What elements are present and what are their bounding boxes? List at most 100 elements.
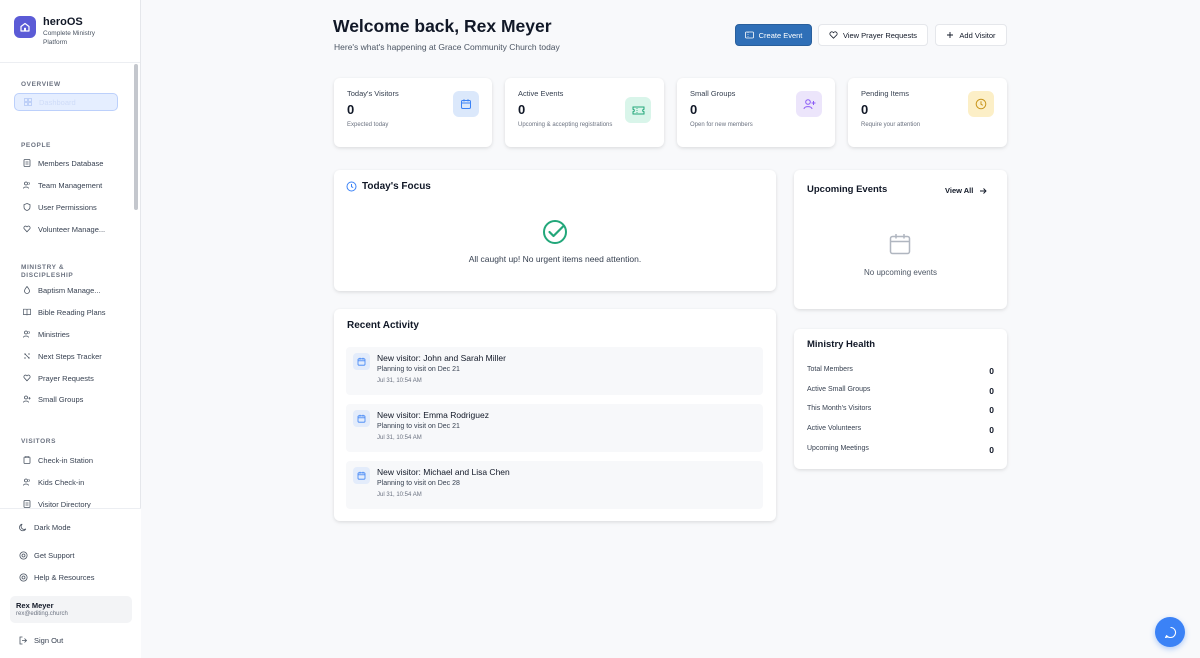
stat-note: Expected today: [347, 122, 389, 128]
sidebar-item-kids-check-in[interactable]: Kids Check-in: [14, 473, 118, 491]
activity-item[interactable]: New visitor: Michael and Lisa Chen Plann…: [346, 461, 763, 509]
health-label: Upcoming Meetings: [807, 445, 869, 452]
sidebar-item-label: Bible Reading Plans: [38, 307, 106, 317]
activity-item[interactable]: New visitor: Emma Rodriguez Planning to …: [346, 404, 763, 452]
health-label: This Month's Visitors: [807, 405, 872, 412]
activity-item[interactable]: New visitor: John and Sarah Miller Plann…: [346, 347, 763, 395]
sidebar-item-next-steps-tracker[interactable]: Next Steps Tracker: [14, 347, 118, 365]
stat-value: 0: [347, 102, 355, 117]
calendar-icon: [353, 353, 370, 370]
users-icon: [23, 330, 30, 338]
sidebar-item-prayer-requests[interactable]: Prayer Requests: [14, 369, 118, 387]
activity-subtitle: Planning to visit on Dec 21: [377, 366, 460, 373]
add-visitor-button[interactable]: Add Visitor: [935, 24, 1007, 46]
steps-icon: [24, 353, 30, 359]
chat-bubble-icon: [1164, 626, 1176, 638]
activity-subtitle: Planning to visit on Dec 21: [377, 423, 460, 430]
sidebar-item-label: Check-in Station: [38, 455, 94, 465]
stat-card-todays-visitors[interactable]: Today's Visitors 0 Expected today: [334, 78, 492, 147]
sidebar-item-team-management[interactable]: Team Management: [14, 176, 118, 194]
sidebar-nav: OVERVIEW Dashboard PEOPLE Members Databa…: [0, 72, 141, 508]
sidebar-item-label: Team Management: [38, 180, 103, 190]
heart-hand-icon: [23, 374, 31, 382]
sign-out-label: Sign Out: [34, 636, 64, 645]
health-label: Active Volunteers: [807, 425, 862, 432]
activity-timestamp: Jul 31, 10:54 AM: [377, 435, 422, 441]
stat-title: Active Events: [518, 89, 564, 98]
brand-name: heroOS: [43, 16, 83, 28]
section-title-overview: OVERVIEW: [21, 81, 61, 88]
sidebar-scrollbar[interactable]: [134, 64, 138, 210]
stat-card-pending-items[interactable]: Pending Items 0 Require your attention: [848, 78, 1007, 147]
view-all-label: View All: [945, 186, 974, 195]
ministry-health-card: Ministry Health Total Members 0 Active Sm…: [794, 329, 1007, 469]
moon-icon: [19, 523, 27, 532]
stat-value: 0: [518, 102, 526, 117]
create-event-button[interactable]: Create Event: [735, 24, 812, 46]
get-support-label: Get Support: [34, 551, 75, 560]
calendar-icon: [353, 410, 370, 427]
stat-card-small-groups[interactable]: Small Groups 0 Open for new members: [677, 78, 835, 147]
church-logo-icon: [14, 16, 36, 38]
health-row: Active Volunteers 0: [807, 425, 994, 435]
todays-focus-card: Today's Focus All caught up! No urgent i…: [334, 170, 776, 291]
sidebar-item-label: Kids Check-in: [38, 477, 85, 487]
page-title: Welcome back, Rex Meyer: [333, 16, 552, 36]
health-value: 0: [989, 425, 994, 435]
help-resources-link[interactable]: Help & Resources: [19, 573, 94, 582]
sidebar-item-volunteer-management[interactable]: Volunteer Manage...: [14, 220, 118, 238]
sidebar-item-bible-reading-plans[interactable]: Bible Reading Plans: [14, 303, 118, 321]
user-plus-icon: [796, 91, 822, 117]
calendar-icon: [353, 467, 370, 484]
sidebar-item-label: User Permissions: [38, 202, 97, 212]
users-icon: [23, 181, 30, 189]
health-label: Total Members: [807, 366, 853, 373]
focus-message: All caught up! No urgent items need atte…: [468, 254, 642, 264]
sidebar-item-members-database[interactable]: Members Database: [14, 154, 118, 172]
sidebar-item-user-permissions[interactable]: User Permissions: [14, 198, 118, 216]
user-profile-card[interactable]: Rex Meyer rex@editing.church: [10, 596, 132, 623]
health-row: Active Small Groups 0: [807, 386, 994, 396]
section-title-people: PEOPLE: [21, 142, 51, 149]
dashboard-icon: [24, 98, 32, 106]
dark-mode-toggle[interactable]: Dark Mode: [19, 523, 71, 532]
create-event-label: Create Event: [758, 30, 803, 40]
sidebar-item-visitor-directory[interactable]: Visitor Directory: [14, 495, 118, 508]
activity-title-text: New visitor: John and Sarah Miller: [377, 353, 506, 363]
recent-activity-card: Recent Activity New visitor: John and Sa…: [334, 309, 776, 521]
health-value: 0: [989, 366, 994, 376]
stat-title: Today's Visitors: [347, 89, 399, 98]
brand-subtitle: Complete Ministry Platform: [43, 30, 96, 46]
sign-out-button[interactable]: Sign Out: [19, 636, 63, 645]
stat-value: 0: [861, 102, 869, 117]
user-name: Rex Meyer: [16, 601, 54, 610]
heart-hand-icon: [23, 225, 31, 233]
sidebar-item-small-groups[interactable]: Small Groups: [14, 390, 118, 408]
calendar-icon: [453, 91, 479, 117]
upcoming-events-card: Upcoming Events View All No upcoming eve…: [794, 170, 1007, 309]
sidebar-item-label: Visitor Directory: [38, 499, 91, 509]
get-support-link[interactable]: Get Support: [19, 551, 74, 560]
sidebar-item-ministries[interactable]: Ministries: [14, 325, 118, 343]
brand[interactable]: heroOS Complete Ministry Platform: [14, 16, 115, 47]
sidebar-item-label: Members Database: [38, 158, 104, 168]
health-title: Ministry Health: [807, 339, 876, 350]
section-title-visitors: VISITORS: [21, 438, 57, 445]
activity-title-text: New visitor: Emma Rodriguez: [377, 410, 489, 420]
sidebar-item-baptism-management[interactable]: Baptism Manage...: [14, 281, 118, 299]
sidebar-item-dashboard[interactable]: Dashboard: [14, 93, 118, 111]
health-value: 0: [989, 386, 994, 396]
sidebar-item-label: Ministries: [38, 329, 70, 339]
stat-value: 0: [690, 102, 698, 117]
chat-button[interactable]: [1155, 617, 1185, 647]
view-prayer-label: View Prayer Requests: [842, 30, 918, 40]
stat-card-active-events[interactable]: Active Events 0 Upcoming & accepting reg…: [505, 78, 664, 147]
document-icon: [23, 159, 31, 167]
view-all-link[interactable]: View All: [945, 186, 987, 195]
divider: [0, 62, 140, 63]
page-subtitle: Here's what's happening at Grace Communi…: [334, 42, 560, 52]
health-value: 0: [989, 445, 994, 455]
sidebar-item-check-in-station[interactable]: Check-in Station: [14, 451, 118, 469]
view-prayer-requests-button[interactable]: View Prayer Requests: [818, 24, 928, 46]
clock-icon: [346, 181, 357, 192]
